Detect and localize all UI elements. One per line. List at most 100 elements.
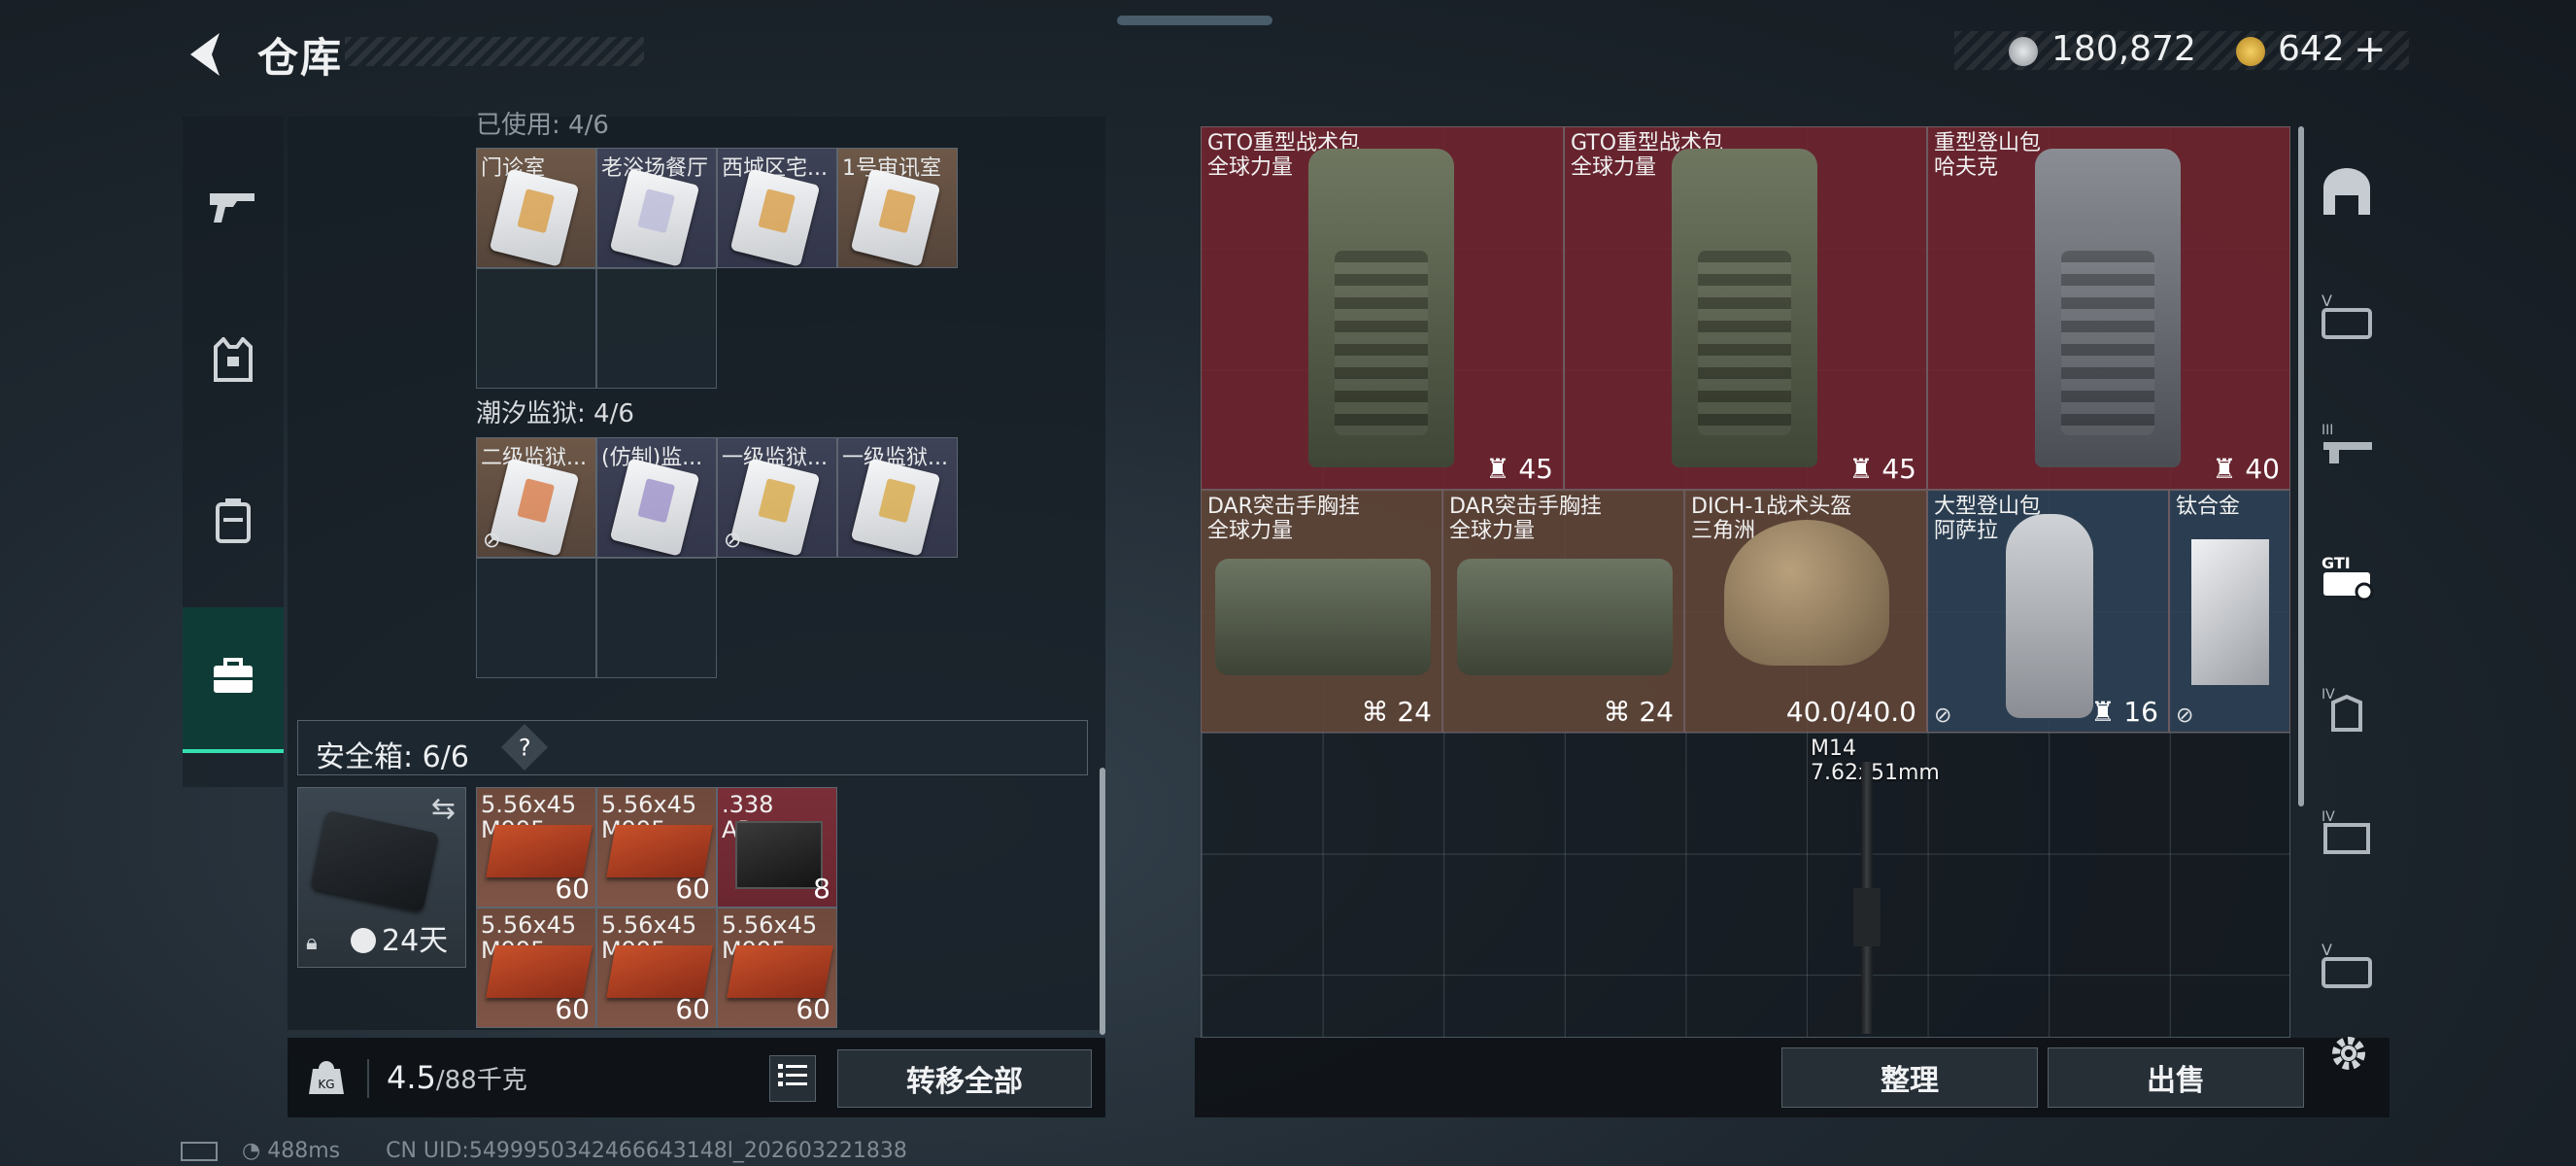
ammo-item[interactable]: 5.56x45 M995 60 (717, 908, 837, 1028)
nav-safebox[interactable] (183, 607, 284, 753)
list-icon (778, 1062, 807, 1096)
weight-current: 4.5 (387, 1059, 436, 1096)
section-used-label: 已使用: 4/6 (476, 111, 609, 140)
ammo-item[interactable]: .338 AP 8 (717, 787, 837, 908)
gti-case-icon: GTI (2320, 551, 2374, 605)
item-capacity: ⌘ 24 (1361, 696, 1432, 728)
add-gold-button[interactable]: + (2354, 27, 2387, 72)
right-nav-item[interactable]: III (2300, 393, 2393, 499)
stash-scrollbar[interactable] (1100, 768, 1105, 1035)
clock-icon (351, 928, 376, 953)
sell-button[interactable]: 出售 (2048, 1047, 2304, 1108)
keycard-item[interactable]: 老浴场餐厅 (596, 148, 717, 268)
keycard-item[interactable]: 门诊室 (476, 148, 596, 268)
nav-weapons[interactable] (183, 134, 284, 280)
chest-rig-image (1457, 559, 1673, 675)
empty-slot[interactable] (476, 558, 596, 678)
empty-slot[interactable] (476, 268, 596, 389)
nav-armor[interactable] (183, 290, 284, 435)
section-prison-label: 潮汐监狱: 4/6 (476, 399, 634, 429)
keycard-item[interactable]: 西城区宅... (717, 148, 837, 268)
right-nav-item-active[interactable]: GTI (2300, 525, 2393, 632)
ammo-item[interactable]: 5.56x45 M995 60 (596, 908, 717, 1028)
backpack-item[interactable]: 重型登山包 哈夫克 ♜ 40 (1927, 126, 2290, 490)
weight-readout: 4.5/88千克 (387, 1059, 527, 1096)
chest-rig-item[interactable]: DAR突击手胸挂 全球力量 ⌘ 24 (1442, 490, 1684, 733)
safebox-capacity: 安全箱: 6/6 (316, 740, 469, 774)
keycard-icon (609, 458, 700, 557)
organize-button[interactable]: 整理 (1781, 1047, 2038, 1108)
vest-icon (214, 335, 253, 388)
backpack-item[interactable]: 大型登山包 阿萨拉 ⊘ ♜ 16 (1927, 490, 2169, 733)
safebox-case-image (310, 809, 440, 912)
backpack-item[interactable]: GTO重型战术包 全球力量 ♜ 45 (1564, 126, 1927, 490)
v-case-icon: V (2320, 291, 2374, 345)
ping-readout: 488ms (267, 1139, 341, 1163)
iv-armor-icon: IV (2320, 683, 2374, 737)
ammo-box-icon (486, 825, 593, 877)
backpack-image (2006, 514, 2093, 718)
backpack-image (2035, 149, 2181, 467)
gun-icon (208, 186, 258, 228)
keycard-item[interactable]: 一级监狱... (837, 437, 958, 558)
ammo-case-icon (735, 821, 823, 889)
no-trade-icon: ⊘ (1934, 703, 1952, 728)
ammo-item[interactable]: 5.56x45 M995 60 (476, 787, 596, 908)
item-capacity: ♜ 45 (1485, 453, 1553, 485)
titanium-image (2191, 539, 2269, 685)
keycard-item[interactable]: (仿制)监... (596, 437, 717, 558)
keycard-icon (729, 458, 821, 557)
gear-icon[interactable] (2327, 1032, 2370, 1075)
chest-rig-item[interactable]: DAR突击手胸挂 全球力量 ⌘ 24 (1201, 490, 1442, 733)
keycard-icon (489, 168, 580, 267)
item-capacity: ♜ 45 (1848, 453, 1916, 485)
uid-readout: CN UID:5499950342466643148l_202603221838 (386, 1139, 907, 1163)
gold-amount: 642 (2278, 29, 2345, 69)
backpack-image (1308, 149, 1454, 467)
svg-text:IV: IV (2322, 687, 2335, 703)
weight-icon: KG (309, 1057, 344, 1096)
safebox-container[interactable]: ⇆ 🔒︎ 24天 (297, 787, 466, 968)
right-nav-item[interactable]: IV (2300, 779, 2393, 886)
transfer-all-button[interactable]: 转移全部 (837, 1049, 1092, 1108)
wifi-icon: ◔ (242, 1139, 261, 1163)
helmet-item[interactable]: DICH-1战术头盔 三角洲 40.0/40.0 (1684, 490, 1927, 733)
status-bar: ◔ 488ms CN UID:5499950342466643148l_2026… (181, 1139, 907, 1163)
ammo-item[interactable]: 5.56x45 M995 60 (596, 787, 717, 908)
svg-text:KG: KG (318, 1078, 334, 1091)
right-nav-item[interactable]: V (2300, 913, 2393, 1020)
backpack-item[interactable]: GTO重型战术包 全球力量 ♜ 45 (1201, 126, 1564, 490)
svg-text:III: III (2322, 423, 2333, 438)
rifle-item[interactable]: M14 7.62x51mm (1805, 733, 1940, 1038)
safebox-header: 安全箱: 6/6 ? (297, 720, 1088, 775)
ammo-item[interactable]: 5.56x45 M995 60 (476, 908, 596, 1028)
empty-slot[interactable] (596, 558, 717, 678)
help-icon[interactable]: ? (500, 723, 549, 772)
right-nav-item[interactable]: IV (2300, 657, 2393, 764)
item-capacity: ⌘ 24 (1603, 696, 1674, 728)
keycard-item[interactable]: 1号审讯室 (837, 148, 958, 268)
item-capacity: ♜ 16 (2090, 696, 2158, 728)
right-nav-item[interactable] (2300, 140, 2393, 247)
keycard-item[interactable]: 一级监狱... ⊘ (717, 437, 837, 558)
divider (367, 1059, 369, 1098)
nav-backpack[interactable] (183, 449, 284, 595)
back-icon[interactable] (183, 29, 225, 80)
keycard-item[interactable]: 二级监狱... ⊘ (476, 437, 596, 558)
helmet-durability: 40.0/40.0 (1785, 696, 1916, 728)
ceiling-light (1117, 16, 1272, 25)
no-trade-icon: ⊘ (724, 529, 742, 553)
list-view-button[interactable] (769, 1055, 816, 1102)
battery-icon (181, 1142, 218, 1161)
ammo-box-icon (606, 825, 713, 877)
ammo-box-icon (727, 945, 833, 998)
svg-text:V: V (2322, 941, 2332, 959)
keycard-icon (489, 458, 580, 557)
silver-coin-icon (2009, 37, 2038, 66)
right-nav-item[interactable]: V (2300, 264, 2393, 371)
swap-icon[interactable]: ⇆ (431, 792, 456, 826)
empty-slot[interactable] (596, 268, 717, 389)
bag-icon: ♜ (2090, 696, 2124, 728)
material-item[interactable]: 钛合金 ⊘ (2169, 490, 2290, 733)
bag-icon: ♜ (2212, 453, 2246, 485)
